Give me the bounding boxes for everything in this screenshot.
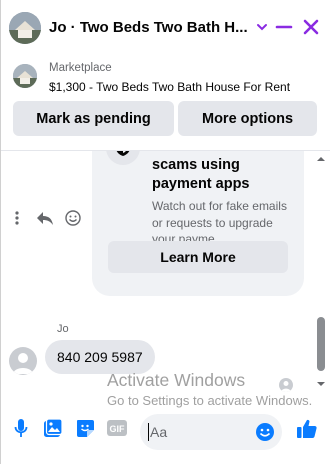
composer: GIF Aa [1, 406, 330, 454]
listing-thumbnail[interactable] [13, 64, 37, 88]
svg-text:GIF: GIF [110, 424, 126, 434]
listing-title[interactable]: $1,300 - Two Beds Two Bath House For Ren… [49, 80, 290, 94]
sender-avatar[interactable] [9, 347, 37, 375]
message-input[interactable]: Aa [140, 414, 282, 450]
scroll-up-icon[interactable] [316, 155, 326, 163]
message-placeholder: Aa [150, 424, 168, 440]
message-scrollbar[interactable] [314, 151, 327, 396]
sender-name: Jo [57, 323, 69, 335]
mark-as-pending-button[interactable]: Mark as pending [13, 101, 174, 136]
message-list: Beware of common scams using payment app… [1, 151, 330, 396]
learn-more-button[interactable]: Learn More [108, 241, 288, 273]
emoji-icon[interactable] [254, 421, 276, 443]
more-options-button[interactable]: More options [178, 101, 317, 136]
safety-tip-title: Beware of common scams using payment app… [152, 151, 286, 192]
reply-icon[interactable] [35, 209, 55, 227]
chat-window: Jo · Two Beds Two Bath H... Marketplace … [0, 0, 330, 464]
scroll-down-icon[interactable] [316, 380, 326, 388]
shield-icon [106, 151, 140, 165]
react-icon[interactable] [63, 209, 83, 227]
text-caret [148, 423, 149, 441]
thumbs-up-icon[interactable] [295, 417, 319, 441]
close-icon[interactable] [298, 14, 324, 40]
scrollbar-thumb[interactable] [317, 317, 325, 371]
photo-icon[interactable] [42, 417, 64, 439]
gif-icon[interactable]: GIF [106, 417, 128, 439]
seen-avatar [279, 378, 293, 392]
minimize-icon[interactable] [271, 14, 297, 40]
safety-tip-card: Beware of common scams using payment app… [92, 151, 304, 296]
message-bubble[interactable]: 840 209 5987 [45, 340, 155, 374]
marketplace-bar: Marketplace $1,300 - Two Beds Two Bath H… [1, 56, 330, 151]
chat-header: Jo · Two Beds Two Bath H... [1, 0, 330, 56]
conversation-avatar[interactable] [9, 12, 41, 44]
microphone-icon[interactable] [10, 417, 32, 439]
conversation-title[interactable]: Jo · Two Beds Two Bath H... [49, 19, 248, 36]
more-actions-icon[interactable] [9, 209, 25, 227]
sticker-icon[interactable] [74, 417, 96, 439]
marketplace-label: Marketplace [49, 62, 112, 74]
